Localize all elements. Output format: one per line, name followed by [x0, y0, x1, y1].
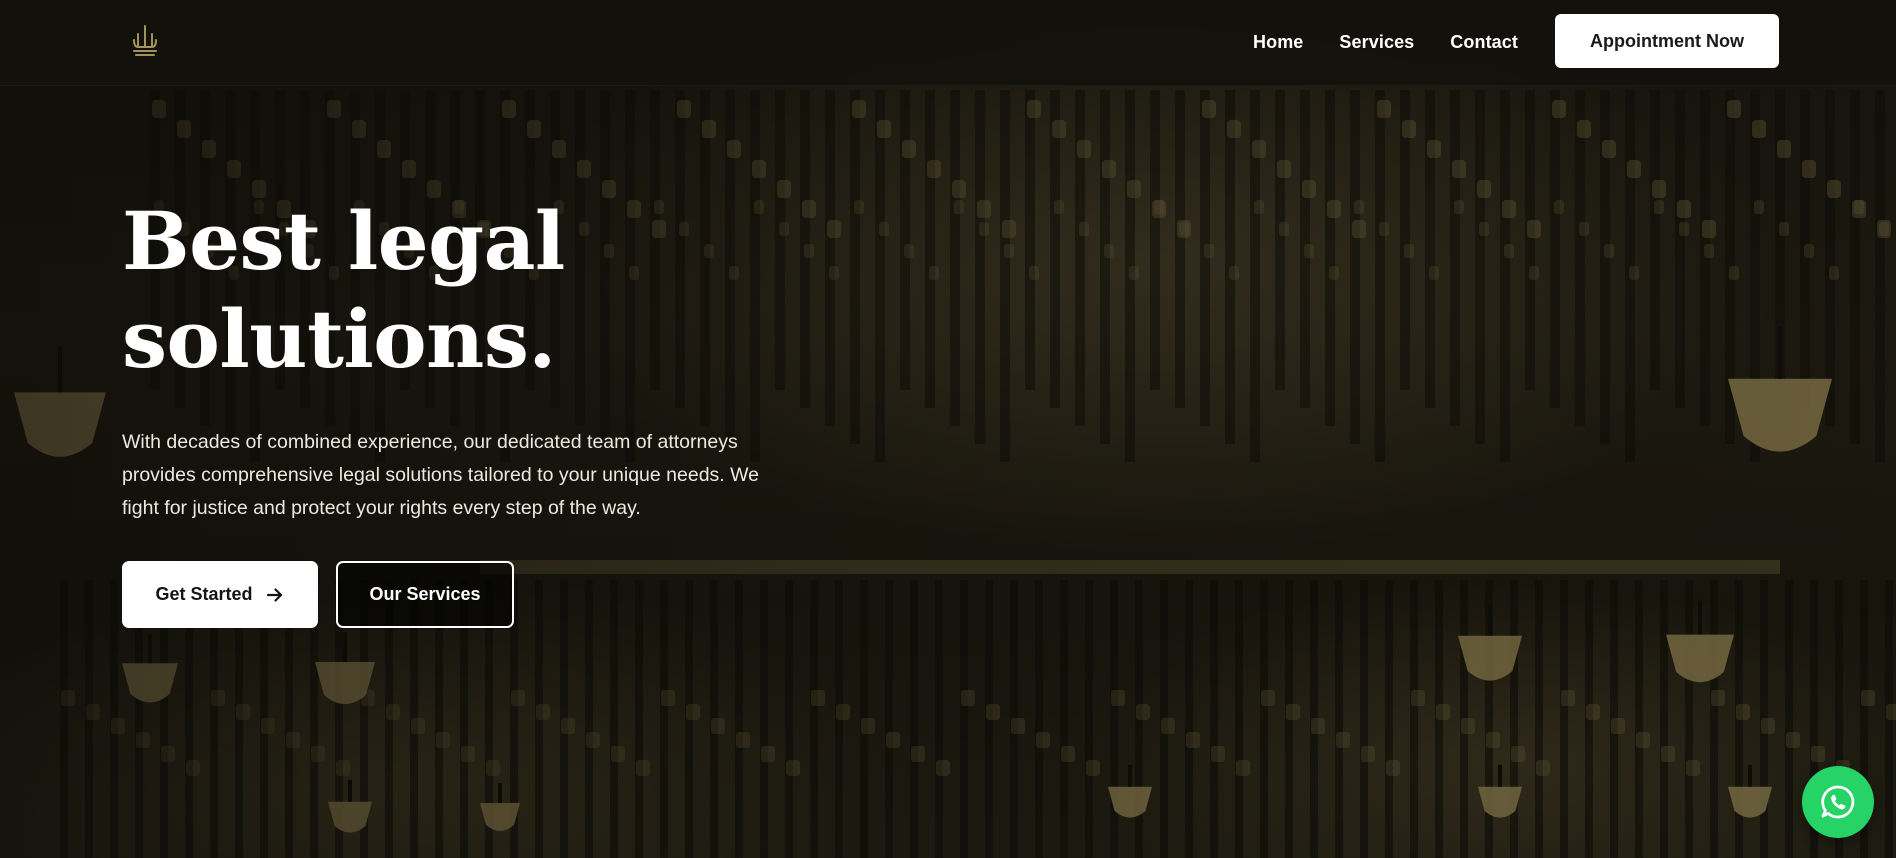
our-services-button[interactable]: Our Services — [336, 561, 514, 628]
get-started-label: Get Started — [155, 584, 253, 604]
whatsapp-button[interactable] — [1802, 766, 1874, 838]
hero-description: With decades of combined experience, our… — [122, 431, 760, 519]
appointment-button[interactable]: Appointment Now — [1555, 14, 1779, 68]
hero-actions: Get Started Our Services — [122, 561, 514, 628]
scales-pillar-icon[interactable] — [130, 24, 160, 58]
arrow-right-icon — [266, 587, 282, 602]
navbar: Home Services Contact Appointment Now — [0, 0, 1896, 86]
hero-title-line-1: Best legal — [122, 194, 565, 288]
main-nav: Home Services Contact — [1253, 0, 1518, 85]
nav-link-contact[interactable]: Contact — [1450, 32, 1518, 53]
hero-title: Best legal solutions. — [122, 192, 822, 388]
whatsapp-icon — [1821, 785, 1855, 819]
nav-link-services[interactable]: Services — [1339, 32, 1414, 53]
nav-link-home[interactable]: Home — [1253, 32, 1303, 53]
hero-title-line-2: solutions. — [122, 292, 556, 386]
get-started-button[interactable]: Get Started — [122, 561, 318, 628]
